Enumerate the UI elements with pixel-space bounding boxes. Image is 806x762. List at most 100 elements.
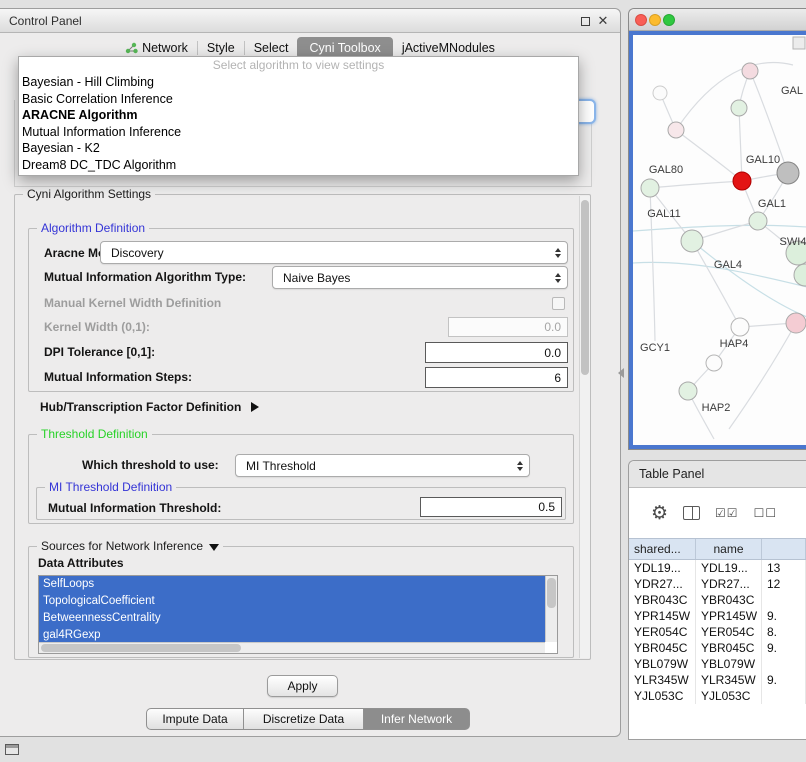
dpi-tolerance-label: DPI Tolerance [0,1]:: [44, 345, 155, 359]
panel-collapse-arrow-icon[interactable]: [618, 368, 624, 378]
network-node[interactable]: [679, 382, 697, 400]
canvas-scroll-corner[interactable]: [793, 37, 805, 49]
network-window-titlebar[interactable]: [629, 9, 806, 31]
collapse-down-icon[interactable]: [209, 544, 219, 551]
mi-algorithm-type-combobox[interactable]: Naive Bayes: [272, 266, 568, 289]
algorithm-option[interactable]: Bayesian - Hill Climbing: [19, 74, 578, 91]
attribute-list-item[interactable]: TopologicalCoefficient: [39, 593, 545, 610]
network-node[interactable]: [794, 264, 806, 286]
close-icon[interactable]: ✕: [596, 14, 610, 28]
table-row[interactable]: YER054CYER054C8.: [629, 624, 806, 640]
table-cell: YDR27...: [696, 576, 762, 592]
table-cell: YJL053C: [629, 688, 696, 704]
aracne-mode-combobox[interactable]: Discovery: [100, 241, 568, 264]
network-view-window: GALGAL80GAL10GAL11GAL1SWI4GAL4GCY1HAP4HA…: [628, 8, 806, 450]
tab-impute-data[interactable]: Impute Data: [146, 708, 244, 730]
mi-steps-field[interactable]: 6: [425, 367, 568, 388]
cyni-bottom-tabbar: Impute Data Discretize Data Infer Networ…: [146, 708, 470, 730]
algorithm-dropdown-popup: Select algorithm to view settings Bayesi…: [18, 56, 579, 176]
table-cell: YBR043C: [696, 592, 762, 608]
hub-section-header[interactable]: Hub/Transcription Factor Definition: [40, 400, 259, 414]
tab-discretize-data[interactable]: Discretize Data: [244, 708, 364, 730]
attribute-list-item[interactable]: SelfLoops: [39, 576, 545, 593]
network-node[interactable]: [733, 172, 751, 190]
column-header-extra[interactable]: [762, 539, 806, 559]
network-node[interactable]: [641, 179, 659, 197]
float-window-icon[interactable]: [578, 14, 592, 28]
network-node[interactable]: [668, 122, 684, 138]
table-panel-titlebar[interactable]: Table Panel: [629, 461, 806, 488]
network-node[interactable]: [706, 355, 722, 371]
table-row[interactable]: YBL079WYBL079W: [629, 656, 806, 672]
algorithm-placeholder-option[interactable]: Select algorithm to view settings: [19, 57, 578, 74]
network-node[interactable]: [749, 212, 767, 230]
kernel-width-field[interactable]: 0.0: [448, 317, 568, 337]
apply-button[interactable]: Apply: [267, 675, 338, 697]
table-cell: YDR27...: [629, 576, 696, 592]
network-node-label: GAL1: [758, 198, 786, 210]
network-node[interactable]: [681, 230, 703, 252]
mi-threshold-field[interactable]: 0.5: [420, 497, 562, 517]
list-vertical-scrollbar[interactable]: [545, 576, 557, 642]
table-row[interactable]: YBR045CYBR045C9.: [629, 640, 806, 656]
control-panel-titlebar[interactable]: Control Panel ✕: [0, 9, 620, 33]
select-all-icon[interactable]: ☑☑: [715, 506, 739, 520]
list-horizontal-scrollbar[interactable]: [39, 642, 545, 653]
table-cell: YBR045C: [696, 640, 762, 656]
table-row[interactable]: YJL053CYJL053C: [629, 688, 806, 704]
close-traffic-light-icon[interactable]: [635, 14, 647, 26]
table-cell: YER054C: [696, 624, 762, 640]
network-svg[interactable]: GALGAL80GAL10GAL11GAL1SWI4GAL4GCY1HAP4HA…: [633, 35, 806, 447]
network-node[interactable]: [731, 318, 749, 336]
scrollbar-thumb[interactable]: [547, 578, 556, 608]
scrollbar-thumb[interactable]: [41, 644, 241, 652]
table-row[interactable]: YLR345WYLR345W9.: [629, 672, 806, 688]
table-row[interactable]: YPR145WYPR145W9.: [629, 608, 806, 624]
sources-group-title[interactable]: Sources for Network Inference: [37, 539, 223, 554]
algorithm-dropdown-list: Bayesian - Hill ClimbingBasic Correlatio…: [19, 74, 578, 173]
tab-select-label: Select: [254, 41, 289, 55]
network-node[interactable]: [742, 63, 758, 79]
mi-steps-label: Mutual Information Steps:: [44, 370, 192, 384]
algorithm-option[interactable]: Dream8 DC_TDC Algorithm: [19, 157, 578, 174]
column-visibility-icon[interactable]: [683, 506, 700, 520]
network-node[interactable]: [777, 162, 799, 184]
expand-right-icon[interactable]: [251, 402, 259, 412]
tab-infer-network[interactable]: Infer Network: [364, 708, 470, 730]
tab-style-label: Style: [207, 41, 235, 55]
zoom-traffic-light-icon[interactable]: [663, 14, 675, 26]
desktop: Control Panel ✕ Network Style Select Cyn…: [0, 0, 806, 762]
table-cell: YDL19...: [629, 560, 696, 576]
table-row[interactable]: YDR27...YDR27...12: [629, 576, 806, 592]
control-panel-title: Control Panel: [9, 9, 82, 33]
network-node[interactable]: [786, 313, 806, 333]
manual-kernel-width-checkbox[interactable]: [552, 297, 565, 310]
settings-scrollbar-thumb[interactable]: [581, 200, 589, 375]
algorithm-option[interactable]: Mutual Information Inference: [19, 124, 578, 141]
attribute-list-item[interactable]: BetweennessCentrality: [39, 610, 545, 627]
which-threshold-label: Which threshold to use:: [82, 458, 219, 472]
minimize-traffic-light-icon[interactable]: [649, 14, 661, 26]
column-header-shared-name[interactable]: shared...: [629, 539, 696, 559]
table-cell: 13: [762, 560, 806, 576]
docked-panel-icon[interactable]: [5, 744, 19, 755]
attribute-list-item[interactable]: gal4RGexp: [39, 627, 545, 642]
algorithm-option[interactable]: Bayesian - K2: [19, 140, 578, 157]
settings-scrollbar[interactable]: [579, 196, 590, 658]
gear-icon[interactable]: ⚙: [651, 504, 668, 523]
dpi-tolerance-field[interactable]: 0.0: [425, 342, 568, 363]
algorithm-option[interactable]: Basic Correlation Inference: [19, 91, 578, 108]
algorithm-option[interactable]: ARACNE Algorithm: [19, 107, 578, 124]
deselect-all-icon[interactable]: ☐☐: [754, 506, 778, 520]
network-node[interactable]: [653, 86, 667, 100]
network-canvas[interactable]: GALGAL80GAL10GAL11GAL1SWI4GAL4GCY1HAP4HA…: [629, 31, 806, 449]
table-cell: YBL079W: [629, 656, 696, 672]
network-node[interactable]: [731, 100, 747, 116]
network-node-label: GAL11: [647, 208, 680, 220]
table-row[interactable]: YDL19...YDL19...13: [629, 560, 806, 576]
table-row[interactable]: YBR043CYBR043C: [629, 592, 806, 608]
which-threshold-combobox[interactable]: MI Threshold: [235, 454, 530, 477]
table-cell: YER054C: [629, 624, 696, 640]
column-header-name[interactable]: name: [696, 539, 762, 559]
table-body: YDL19...YDL19...13YDR27...YDR27...12YBR0…: [629, 560, 806, 739]
